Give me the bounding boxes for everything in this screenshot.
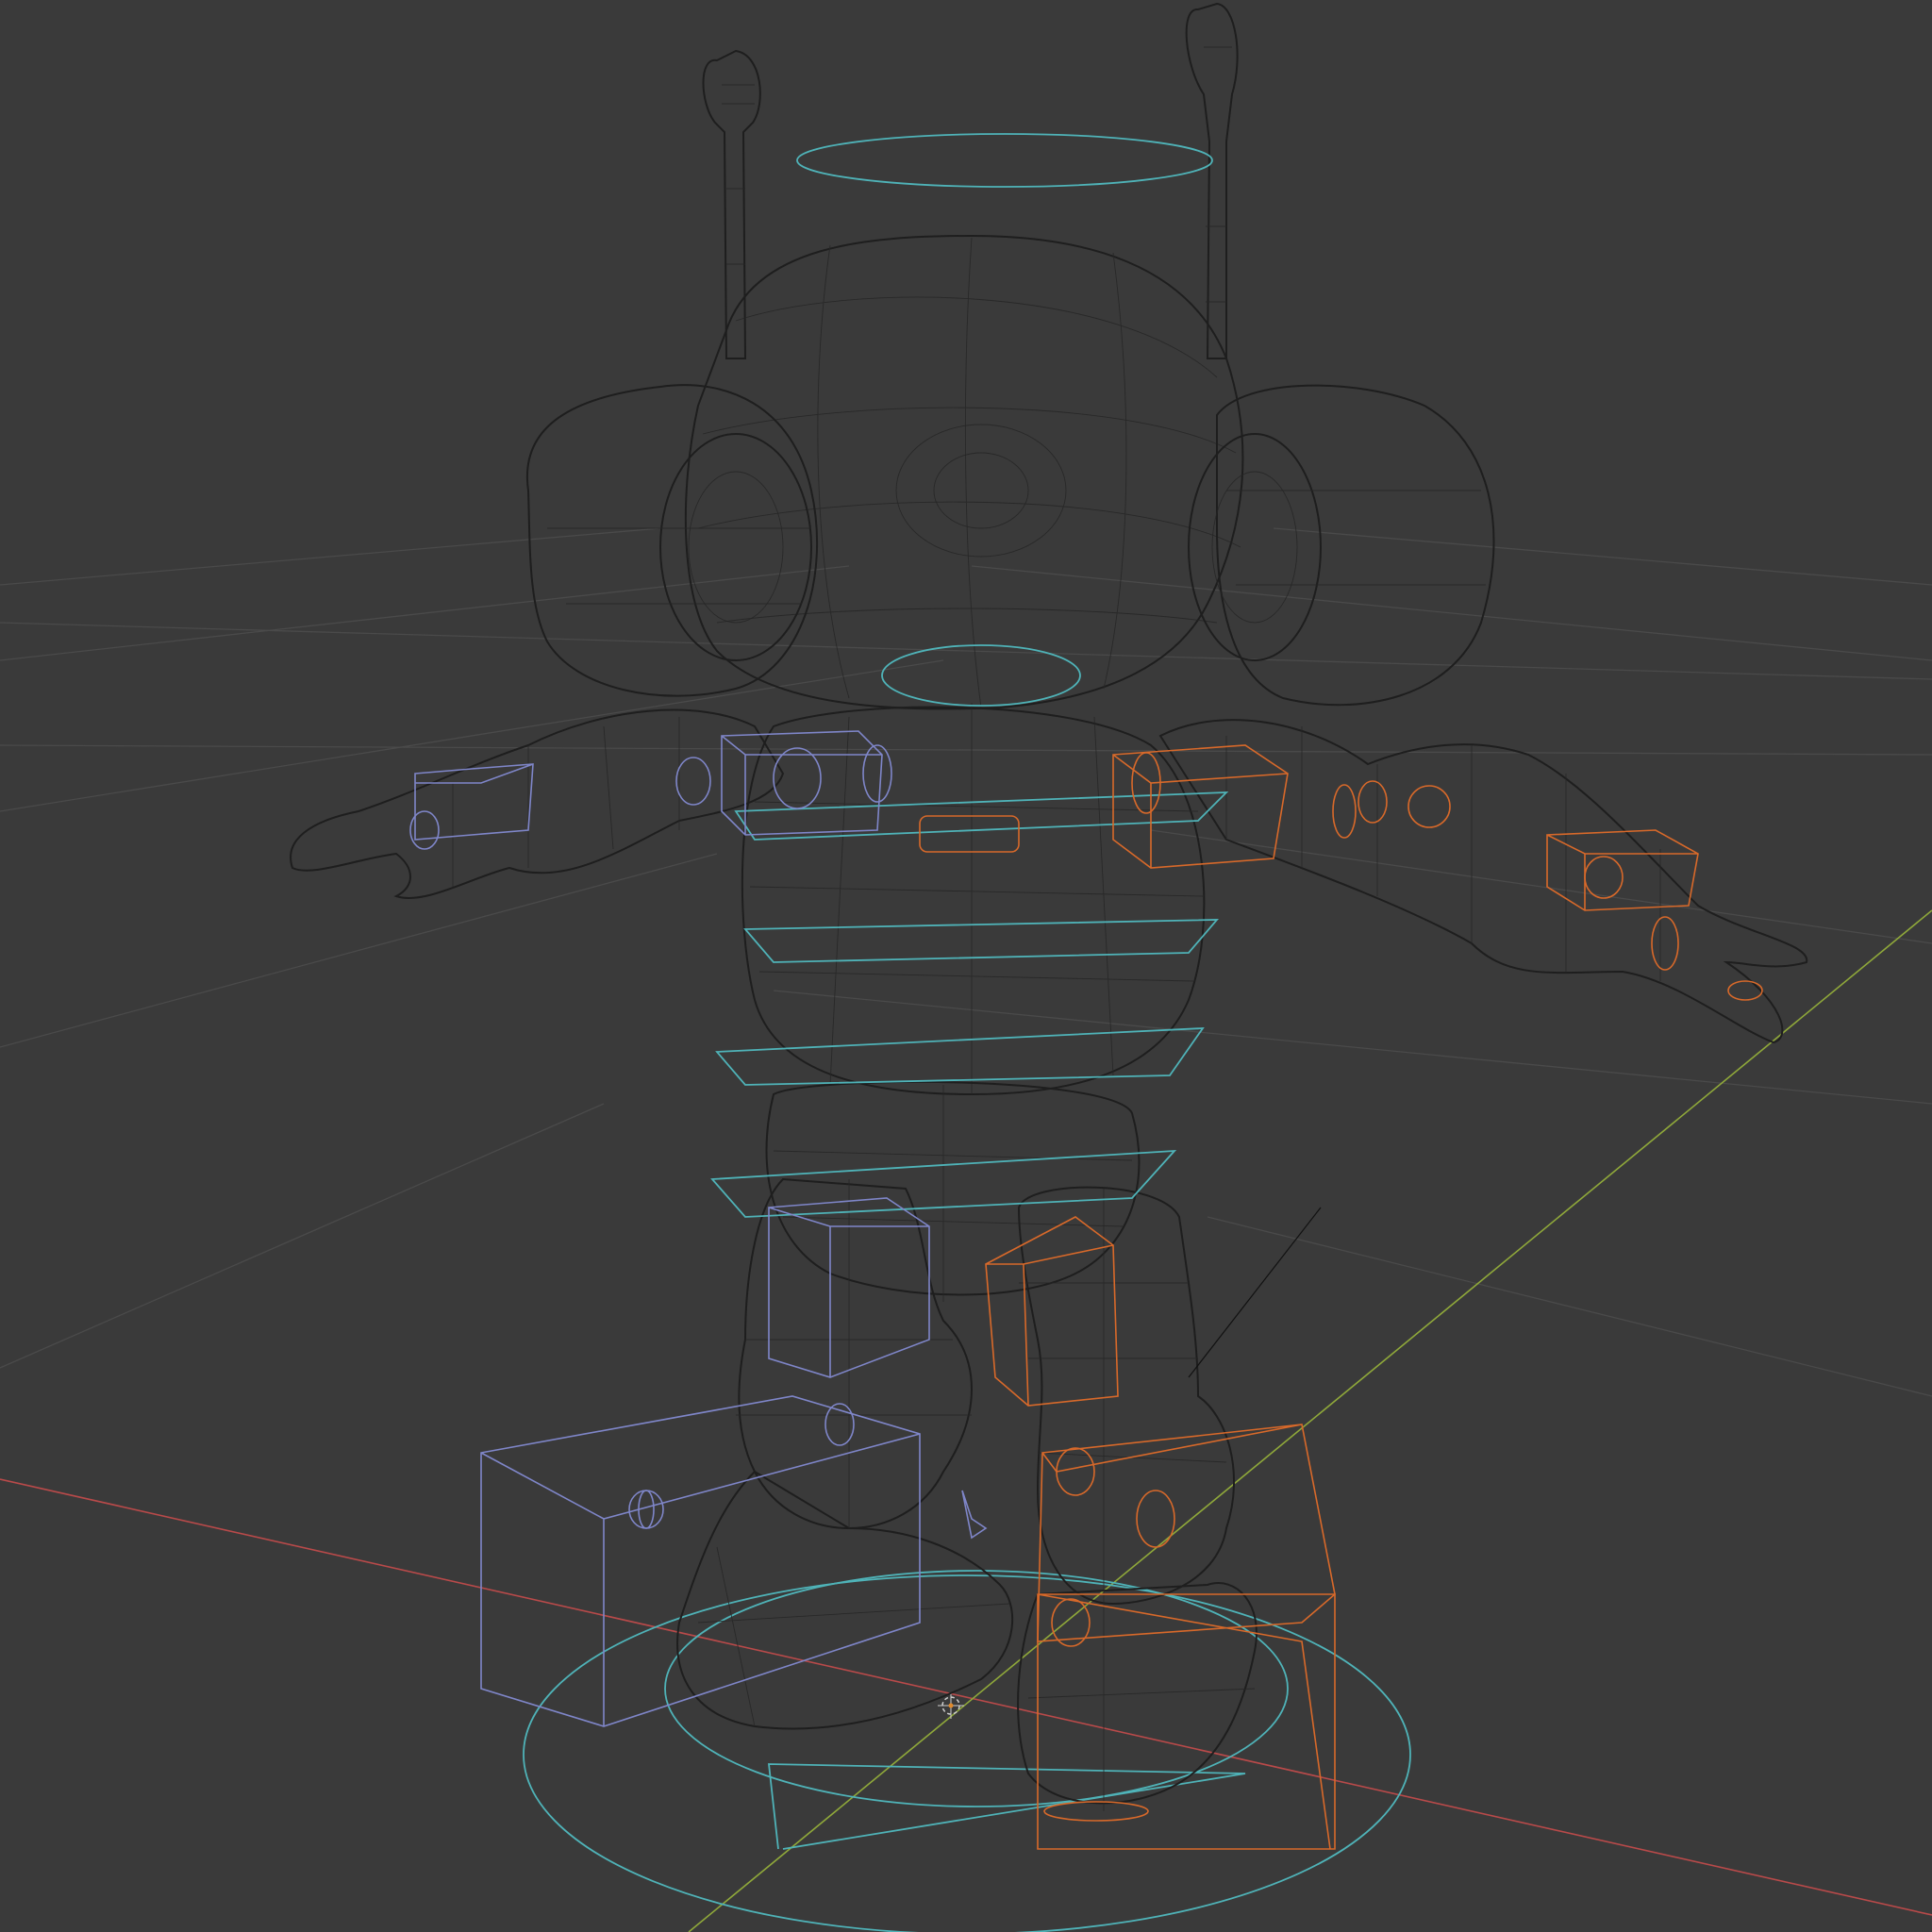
spine-controls[interactable] [710,133,1229,1218]
viewport-canvas[interactable] [0,0,1932,1932]
right-side-controls[interactable] [919,744,1763,1850]
floor-grid [0,527,1932,1397]
x-axis-line [0,1478,1932,1916]
ik-pole-line [1188,1207,1322,1378]
3d-viewport[interactable] [0,0,1932,1932]
